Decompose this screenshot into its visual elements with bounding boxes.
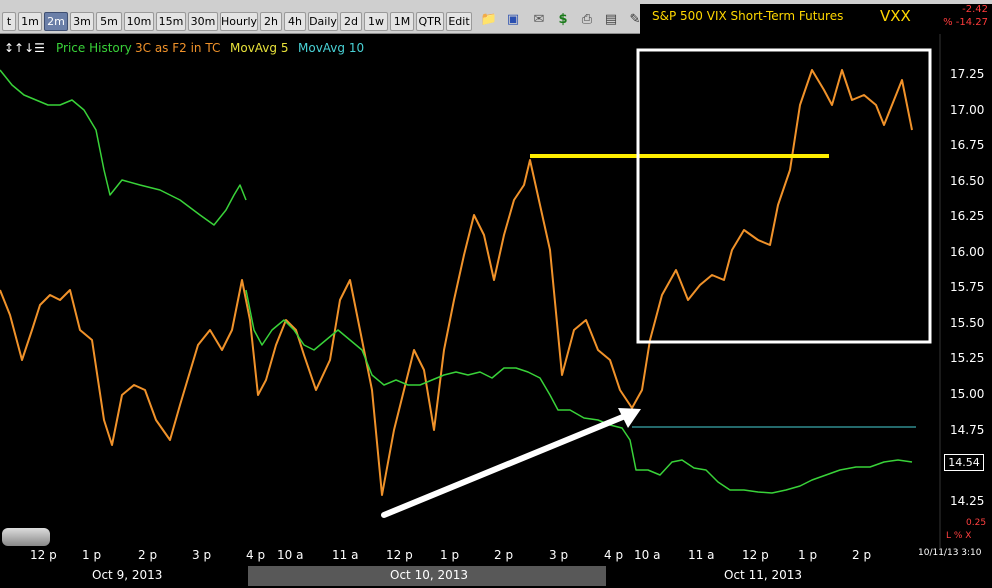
timestamp: 10/11/13 3:10 bbox=[918, 548, 982, 558]
timeframe-1m[interactable]: 1M bbox=[390, 12, 414, 31]
price-tick-label: 16.50 bbox=[950, 174, 985, 188]
timeframe-t[interactable]: t bbox=[2, 12, 16, 31]
timeframe-1m[interactable]: 1m bbox=[18, 12, 42, 31]
time-tick-label: 12 p bbox=[30, 548, 57, 562]
timeframe-edit[interactable]: Edit bbox=[446, 12, 472, 31]
price-tick-label: 15.50 bbox=[950, 316, 985, 330]
toolbar: t 1m 2m 3m 5m 10m 15m 30m Hourly 2h 4h Daily 2d 1w 1M Q… bbox=[0, 0, 992, 34]
price-tick-label: 15.00 bbox=[950, 387, 985, 401]
print-icon[interactable]: ⎙ bbox=[578, 11, 596, 29]
email-icon[interactable]: ✉ bbox=[530, 11, 548, 29]
symbol-ticker[interactable]: VXX bbox=[880, 7, 911, 25]
timeframe-daily[interactable]: Daily bbox=[308, 12, 338, 31]
time-tick-label: 3 p bbox=[549, 548, 569, 562]
highlight-box bbox=[636, 48, 932, 344]
time-tick-label: 1 p bbox=[440, 548, 460, 562]
price-tick-label: 15.75 bbox=[950, 280, 985, 294]
price-tick-label: 16.75 bbox=[950, 138, 985, 152]
price-change: -2.42 bbox=[962, 4, 988, 15]
timeframe-3m[interactable]: 3m bbox=[70, 12, 94, 31]
date-label: Oct 9, 2013 bbox=[92, 568, 163, 582]
timeframe-4h[interactable]: 4h bbox=[284, 12, 306, 31]
timeframe-2m[interactable]: 2m bbox=[44, 12, 68, 31]
timeframe-15m[interactable]: 15m bbox=[156, 12, 186, 31]
save-icon[interactable]: ▣ bbox=[504, 11, 522, 29]
price-tick-label: 14.75 bbox=[950, 423, 985, 437]
time-tick-label: 2 p bbox=[494, 548, 514, 562]
dollar-icon[interactable]: $ bbox=[554, 11, 572, 29]
time-tick-label: 1 p bbox=[798, 548, 818, 562]
legend-movavg-5[interactable]: MovAvg 5 bbox=[230, 41, 288, 55]
timeframe-30m[interactable]: 30m bbox=[188, 12, 218, 31]
time-tick-label: 1 p bbox=[82, 548, 102, 562]
folder-icon[interactable]: 📁 bbox=[480, 11, 498, 29]
legend-price-history[interactable]: Price History bbox=[56, 41, 132, 55]
timeframe-qtr[interactable]: QTR bbox=[416, 12, 444, 31]
indicator-flags[interactable]: L % X bbox=[946, 531, 971, 541]
timeframe-hourly[interactable]: Hourly bbox=[220, 12, 258, 31]
time-tick-label: 4 p bbox=[246, 548, 266, 562]
timeframe-10m[interactable]: 10m bbox=[124, 12, 154, 31]
legend-movavg-10[interactable]: MovAvg 10 bbox=[298, 41, 364, 55]
timeframe-2h[interactable]: 2h bbox=[260, 12, 282, 31]
time-tick-label: 3 p bbox=[192, 548, 212, 562]
price-tick-label: 17.25 bbox=[950, 67, 985, 81]
price-history-line bbox=[245, 289, 913, 494]
price-tick-label: 17.00 bbox=[950, 103, 985, 117]
time-axis: 10/11/13 3:10 12 p 1 p 2 p 3 p 4 p 10 a 11 a 12… bbox=[0, 548, 992, 588]
indicator-value: 0.25 bbox=[966, 518, 987, 528]
symbol-title: S&P 500 VIX Short-Term Futures bbox=[652, 9, 844, 23]
price-change-percent: % -14.27 bbox=[943, 17, 988, 28]
time-tick-label: 12 p bbox=[386, 548, 413, 562]
scroll-handle[interactable] bbox=[2, 528, 50, 546]
time-tick-label: 2 p bbox=[852, 548, 872, 562]
time-tick-label: 12 p bbox=[742, 548, 769, 562]
date-label: Oct 10, 2013 bbox=[390, 568, 468, 582]
time-tick-label: 4 p bbox=[604, 548, 624, 562]
price-tick-label: 16.25 bbox=[950, 209, 985, 223]
timeframe-1w[interactable]: 1w bbox=[364, 12, 388, 31]
price-tick-label: 14.25 bbox=[950, 494, 985, 508]
zoom-arrows-icon[interactable]: ↕↑↓☰ bbox=[4, 41, 45, 55]
time-tick-label: 10 a bbox=[634, 548, 661, 562]
time-tick-label: 2 p bbox=[138, 548, 158, 562]
legend-3c-indicator[interactable]: 3C as F2 in TC bbox=[135, 41, 220, 55]
time-tick-label: 10 a bbox=[277, 548, 304, 562]
date-label: Oct 11, 2013 bbox=[724, 568, 802, 582]
price-tick-label: 15.25 bbox=[950, 351, 985, 365]
last-price-badge: 14.54 bbox=[944, 454, 984, 471]
divergence-arrow bbox=[381, 411, 633, 518]
price-tick-label: 16.00 bbox=[950, 245, 985, 259]
time-tick-label: 11 a bbox=[688, 548, 715, 562]
chart-area[interactable] bbox=[0, 34, 992, 548]
price-history-line-oct9 bbox=[0, 69, 247, 226]
indicator-3c-line bbox=[0, 69, 913, 496]
timeframe-2d[interactable]: 2d bbox=[340, 12, 362, 31]
timeframe-5m[interactable]: 5m bbox=[96, 12, 122, 31]
time-tick-label: 11 a bbox=[332, 548, 359, 562]
image-icon[interactable]: ▤ bbox=[602, 11, 620, 29]
